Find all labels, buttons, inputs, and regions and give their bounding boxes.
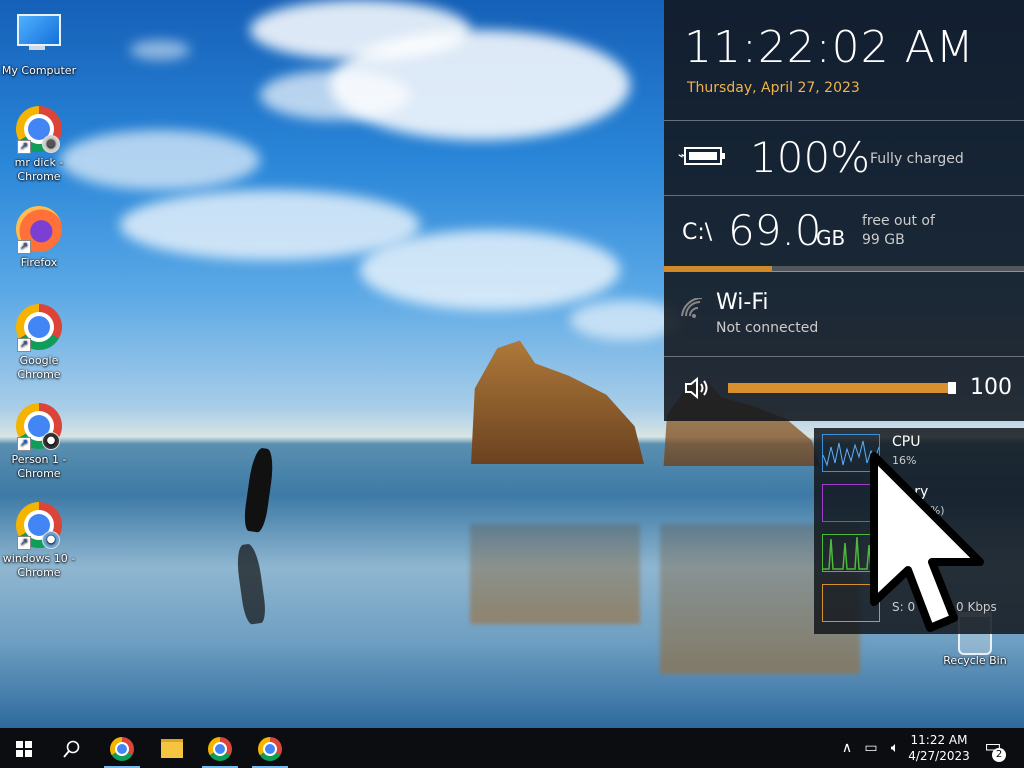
person-icon: ●	[43, 433, 59, 449]
shortcut-arrow-icon: ↗	[17, 240, 31, 254]
volume-tray-button[interactable]: 🔈︎	[884, 728, 906, 768]
clock-section: 11:22:02 AM Thursday, April 27, 2023	[664, 0, 1024, 121]
widget-date: Thursday, April 27, 2023	[687, 80, 860, 96]
speaker-icon: 🔈︎	[890, 740, 900, 756]
cpu-label: CPU	[892, 434, 921, 450]
desktop-icon-label: mr dick - Chrome	[14, 156, 64, 183]
widget-time: 11:22:02 AM	[684, 22, 975, 73]
desktop-icon-label: Person 1 - Chrome	[11, 453, 67, 480]
disk-total: 99 GB	[862, 232, 905, 248]
taskbar-date: 4/27/2023	[908, 749, 970, 763]
start-button[interactable]	[0, 728, 48, 768]
windows-logo-icon	[16, 740, 32, 757]
volume-slider[interactable]	[728, 382, 956, 394]
disk-caption: free out of	[862, 213, 935, 229]
taskbar-clock[interactable]: 11:22 AM 4/27/2023	[906, 732, 972, 764]
desktop-icon-label: My Computer	[1, 64, 77, 77]
volume-slider-thumb[interactable]	[948, 382, 956, 394]
file-explorer-icon	[161, 739, 183, 758]
shortcut-arrow-icon: ↗	[17, 140, 31, 154]
taskbar-file-explorer[interactable]	[148, 728, 196, 768]
battery-percent: 100%	[750, 133, 871, 182]
system-info-widget: 11:22:02 AM Thursday, April 27, 2023 ⌁ 1…	[664, 0, 1024, 421]
desktop-icon-firefox[interactable]: ↗ Firefox	[1, 206, 77, 270]
chevron-up-icon: ∧	[841, 740, 853, 756]
desktop-icon-windows-10-chrome[interactable]: ↗ ● windows 10 - Chrome	[1, 502, 77, 580]
desktop-icon-label: Firefox	[20, 256, 58, 269]
chrome-icon	[208, 736, 232, 761]
chrome-icon	[258, 736, 282, 761]
desktop-icon-my-computer[interactable]: My Computer	[1, 8, 77, 78]
desktop-icon-person-1-chrome[interactable]: ↗ ● Person 1 - Chrome	[1, 403, 77, 481]
disk-drive-label: C:\	[682, 220, 713, 245]
battery-icon	[684, 147, 725, 165]
desktop-icon-mr-dick-chrome[interactable]: ↗ ● mr dick - Chrome	[1, 106, 77, 184]
network-icon: ▭	[864, 740, 878, 756]
speaker-icon[interactable]	[684, 376, 710, 404]
wifi-icon	[680, 296, 704, 324]
desktop-icon-label: Google Chrome	[17, 354, 61, 381]
wifi-section[interactable]: Wi-Fi Not connected	[664, 272, 1024, 357]
disk-usage-fill	[664, 266, 772, 271]
desktop-icon-google-chrome[interactable]: ↗ Google Chrome	[1, 304, 77, 382]
person-icon: ●	[43, 532, 59, 548]
disk-section: C:\ 69.0 GB free out of 99 GB	[664, 196, 1024, 266]
taskbar-chrome-2[interactable]	[196, 728, 244, 768]
mouse-cursor-icon	[870, 452, 984, 632]
battery-section: ⌁ 100% Fully charged	[664, 121, 1024, 196]
shortcut-arrow-icon: ↗	[17, 437, 31, 451]
volume-slider-fill	[728, 383, 956, 393]
disk-free-unit: GB	[816, 226, 846, 250]
taskbar-chrome-3[interactable]	[246, 728, 294, 768]
notification-count-badge: 2	[992, 748, 1006, 762]
chrome-icon	[110, 736, 134, 761]
wifi-name: Wi-Fi	[716, 290, 769, 315]
shortcut-arrow-icon: ↗	[17, 536, 31, 550]
taskbar-chrome-1[interactable]	[98, 728, 146, 768]
wifi-status: Not connected	[716, 320, 819, 336]
search-icon	[63, 740, 80, 758]
disk-free-value: 69.0	[728, 206, 822, 255]
battery-status: Fully charged	[870, 151, 964, 167]
monitor-icon	[17, 14, 61, 50]
show-hidden-icons-button[interactable]: ∧	[836, 728, 858, 768]
search-button[interactable]	[48, 728, 96, 768]
person-icon: ●	[43, 136, 59, 152]
desktop-icon-label: windows 10 - Chrome	[2, 552, 76, 579]
volume-value: 100	[970, 375, 1012, 400]
taskbar: ∧ ▭ 🔈︎ 11:22 AM 4/27/2023 ▭ 2	[0, 728, 1024, 768]
shortcut-arrow-icon: ↗	[17, 338, 31, 352]
volume-section: 100	[664, 357, 1024, 421]
taskbar-time: 11:22 AM	[910, 733, 968, 747]
desktop-icon-label: Recycle Bin	[943, 654, 1007, 667]
network-tray-button[interactable]: ▭	[860, 728, 882, 768]
